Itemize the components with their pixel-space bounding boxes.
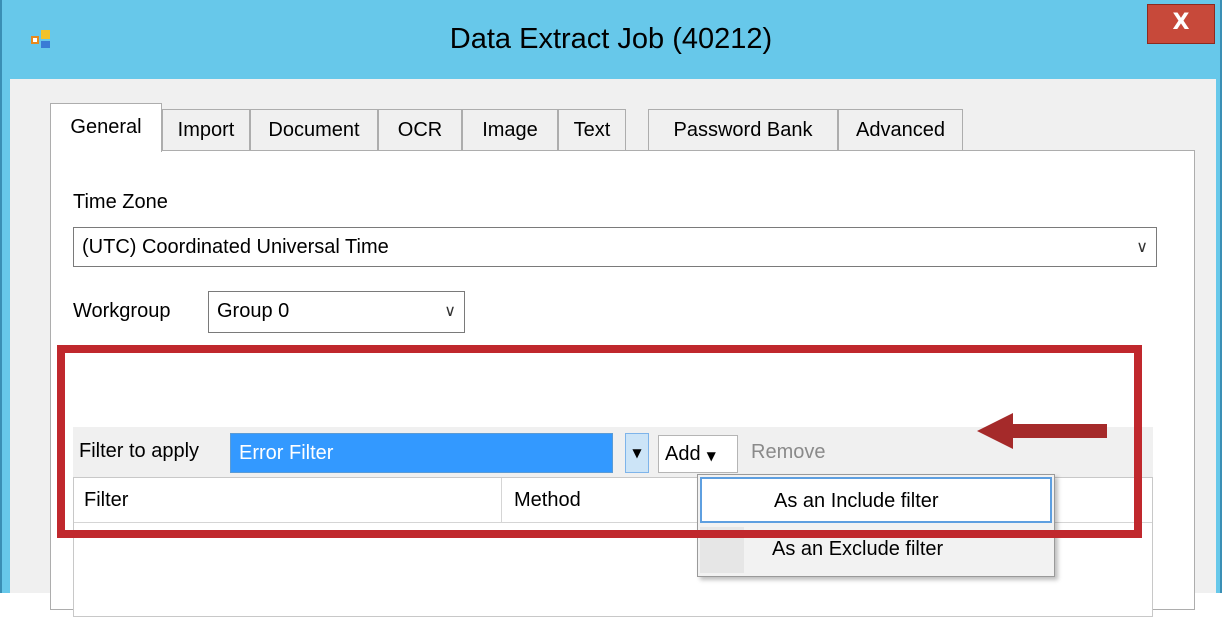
chevron-down-icon: ∨ bbox=[1136, 237, 1148, 256]
chevron-down-icon: ∨ bbox=[444, 301, 456, 320]
time-zone-value: (UTC) Coordinated Universal Time bbox=[82, 236, 389, 258]
dropdown-arrow-icon: ▼ bbox=[632, 446, 642, 460]
window-title: Data Extract Job (40212) bbox=[449, 23, 773, 55]
column-header-filter[interactable]: Filter bbox=[74, 478, 502, 522]
tab-general[interactable]: General bbox=[50, 103, 162, 152]
add-button-label: Add bbox=[665, 443, 701, 465]
annotation-arrow-icon bbox=[977, 413, 1107, 449]
close-button[interactable]: X bbox=[1147, 4, 1215, 44]
time-zone-select[interactable]: (UTC) Coordinated Universal Time ∨ bbox=[73, 227, 1157, 267]
tab-password-bank[interactable]: Password Bank bbox=[648, 109, 838, 151]
tab-advanced[interactable]: Advanced bbox=[838, 109, 963, 151]
tab-ocr[interactable]: OCR bbox=[378, 109, 462, 151]
filter-to-apply-label: Filter to apply bbox=[79, 440, 200, 462]
menu-item-exclude-filter[interactable]: As an Exclude filter bbox=[700, 527, 1052, 573]
filter-select[interactable]: Error Filter bbox=[230, 433, 613, 473]
workgroup-select[interactable]: Group 0 ∨ bbox=[208, 291, 465, 333]
tab-document[interactable]: Document bbox=[250, 109, 378, 151]
title-bar[interactable]: Data Extract Job (40212) X bbox=[2, 0, 1220, 78]
column-header-method[interactable]: Method bbox=[502, 478, 662, 522]
workgroup-value: Group 0 bbox=[217, 300, 290, 322]
tab-image[interactable]: Image bbox=[462, 109, 558, 151]
add-dropdown-menu: As an Include filter As an Exclude filte… bbox=[697, 474, 1055, 577]
time-zone-label: Time Zone bbox=[73, 191, 168, 213]
workgroup-label: Workgroup bbox=[73, 300, 171, 322]
menu-item-include-filter[interactable]: As an Include filter bbox=[700, 477, 1052, 523]
add-button[interactable]: Add ▼ bbox=[658, 435, 738, 473]
tab-import[interactable]: Import bbox=[162, 109, 250, 151]
dialog-client-area: General Import Document OCR Image Text P… bbox=[10, 79, 1216, 617]
filter-dropdown-button[interactable]: ▼ bbox=[625, 433, 649, 473]
tab-text[interactable]: Text bbox=[558, 109, 626, 151]
remove-button[interactable]: Remove bbox=[751, 441, 825, 464]
dropdown-arrow-icon: ▼ bbox=[706, 449, 716, 463]
dialog-window: Data Extract Job (40212) X General Impor… bbox=[0, 0, 1222, 617]
general-tab-panel: Time Zone (UTC) Coordinated Universal Ti… bbox=[50, 150, 1195, 617]
